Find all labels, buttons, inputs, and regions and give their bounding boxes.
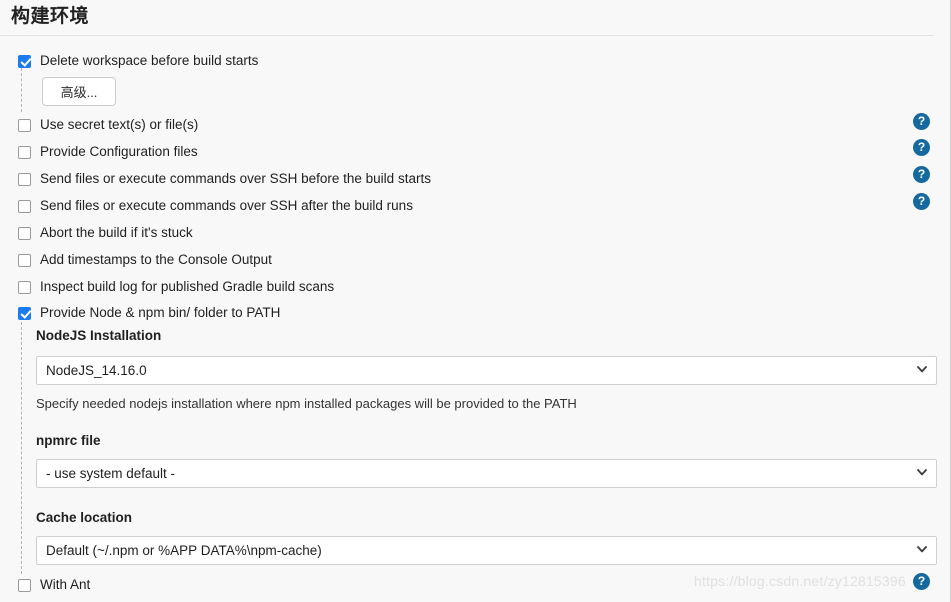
watermark: https://blog.csdn.net/zy12815396 <box>694 573 906 589</box>
field-label-nodejs-installation: NodeJS Installation <box>36 328 162 343</box>
chevron-down-icon <box>917 366 927 373</box>
checkbox-provide-configuration-files[interactable] <box>18 145 31 159</box>
checkbox-delete-workspace[interactable] <box>18 54 31 68</box>
checkbox-row-ssh-before-build[interactable]: Send files or execute commands over SSH … <box>0 168 431 190</box>
checkbox-label-with-ant: With Ant <box>40 577 91 592</box>
help-icon-use-secret-text[interactable]: ? <box>913 113 930 130</box>
indent-guide-delete-workspace <box>21 68 22 112</box>
checkbox-use-secret-text[interactable] <box>18 118 31 132</box>
checkbox-inspect-build-log[interactable] <box>18 280 31 294</box>
chevron-down-icon <box>917 469 927 476</box>
advanced-button[interactable]: 高级... <box>42 77 116 106</box>
section-header: 构建环境 <box>0 0 934 36</box>
checkbox-label-delete-workspace: Delete workspace before build starts <box>40 53 259 68</box>
build-environment-panel: 构建环境 Delete workspace before build start… <box>0 0 951 602</box>
checkbox-row-abort-build-stuck[interactable]: Abort the build if it's stuck <box>0 222 193 244</box>
checkbox-provide-node-npm[interactable] <box>18 306 31 320</box>
checkbox-label-add-timestamps: Add timestamps to the Console Output <box>40 252 272 267</box>
select-value-nodejs-installation: NodeJS_14.16.0 <box>46 363 147 378</box>
checkbox-label-use-secret-text: Use secret text(s) or file(s) <box>40 117 199 132</box>
select-cache-location[interactable]: Default (~/.npm or %APP DATA%\npm-cache) <box>36 536 937 565</box>
select-nodejs-installation[interactable]: NodeJS_14.16.0 <box>36 356 937 385</box>
checkbox-row-with-ant[interactable]: With Ant <box>0 574 90 596</box>
checkbox-row-delete-workspace[interactable]: Delete workspace before build starts <box>0 50 258 72</box>
select-npmrc-file[interactable]: - use system default - <box>36 459 937 488</box>
field-label-cache-location: Cache location <box>36 510 133 525</box>
checkbox-ssh-after-build[interactable] <box>18 199 31 213</box>
checkbox-add-timestamps[interactable] <box>18 253 31 267</box>
checkbox-row-ssh-after-build[interactable]: Send files or execute commands over SSH … <box>0 195 413 217</box>
help-icon-ssh-before-build[interactable]: ? <box>913 166 930 183</box>
field-label-npmrc-file: npmrc file <box>36 433 101 448</box>
help-icon-with-ant[interactable]: ? <box>913 573 930 590</box>
field-description-nodejs-installation: Specify needed nodejs installation where… <box>36 396 577 411</box>
checkbox-row-use-secret-text[interactable]: Use secret text(s) or file(s) <box>0 114 198 136</box>
checkbox-label-inspect-build-log: Inspect build log for published Gradle b… <box>40 279 335 294</box>
checkbox-label-ssh-after-build: Send files or execute commands over SSH … <box>40 198 413 213</box>
checkbox-row-inspect-build-log[interactable]: Inspect build log for published Gradle b… <box>0 276 334 298</box>
page-title: 构建环境 <box>11 6 90 27</box>
chevron-down-icon <box>917 546 927 553</box>
select-value-cache-location: Default (~/.npm or %APP DATA%\npm-cache) <box>46 543 322 558</box>
checkbox-ssh-before-build[interactable] <box>18 172 31 186</box>
help-icon-provide-configuration-files[interactable]: ? <box>913 139 930 156</box>
checkbox-with-ant[interactable] <box>18 578 31 592</box>
checkbox-row-add-timestamps[interactable]: Add timestamps to the Console Output <box>0 249 272 271</box>
checkbox-label-provide-node-npm: Provide Node & npm bin/ folder to PATH <box>40 305 281 320</box>
checkbox-abort-build-stuck[interactable] <box>18 226 31 240</box>
checkbox-label-abort-build-stuck: Abort the build if it's stuck <box>40 225 193 240</box>
checkbox-label-ssh-before-build: Send files or execute commands over SSH … <box>40 171 431 186</box>
checkbox-row-provide-configuration-files[interactable]: Provide Configuration files <box>0 141 198 163</box>
checkbox-row-provide-node-npm[interactable]: Provide Node & npm bin/ folder to PATH <box>0 302 280 324</box>
checkbox-label-provide-configuration-files: Provide Configuration files <box>40 144 198 159</box>
help-icon-ssh-after-build[interactable]: ? <box>913 193 930 210</box>
select-value-npmrc-file: - use system default - <box>46 466 176 481</box>
indent-guide-nodejs <box>21 322 22 574</box>
